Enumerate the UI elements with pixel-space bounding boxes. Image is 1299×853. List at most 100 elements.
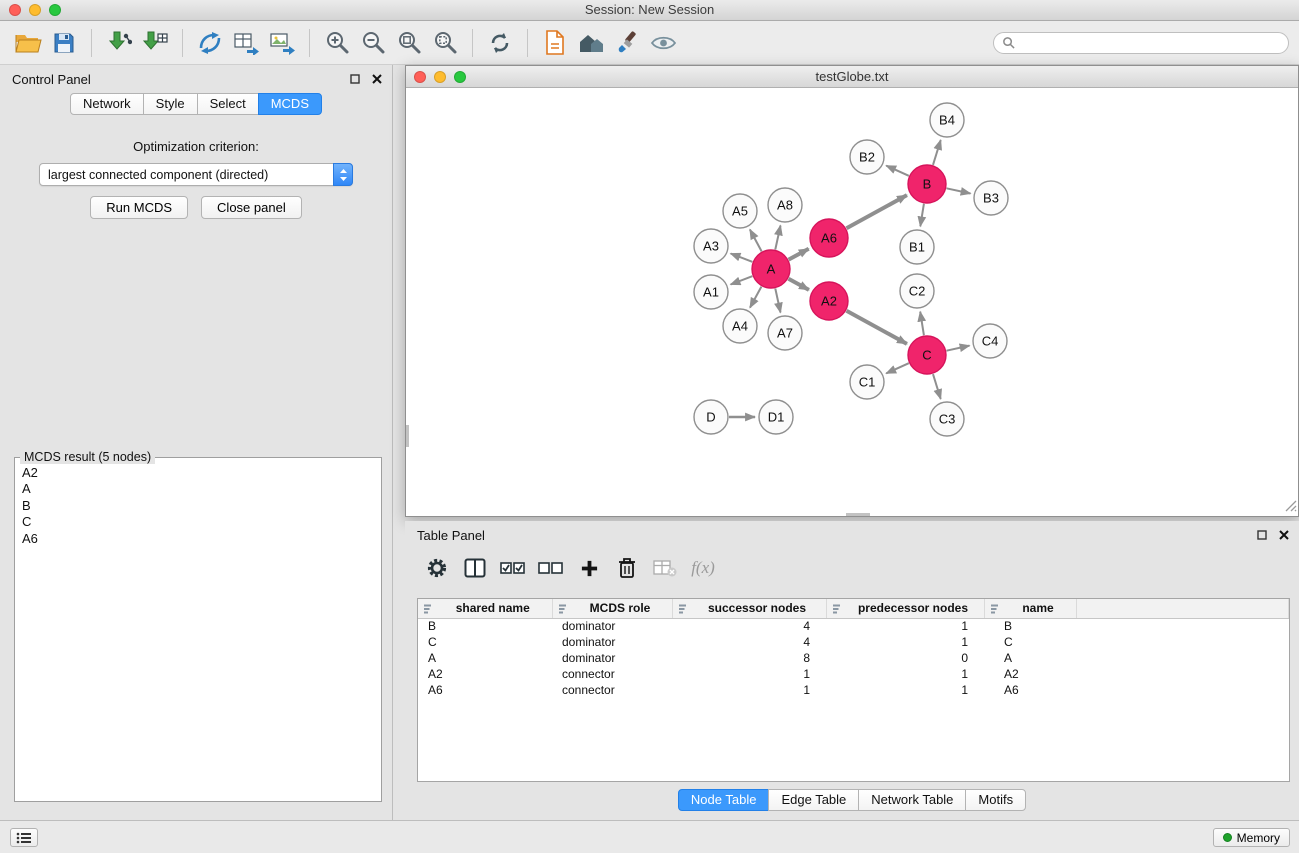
graph-node-B1[interactable]: B1 <box>900 230 934 264</box>
tab-network-table[interactable]: Network Table <box>858 789 966 811</box>
table-cell[interactable]: A <box>984 650 1076 666</box>
delete-table-button[interactable] <box>650 553 680 583</box>
graph-edge-A-A2[interactable] <box>789 279 809 290</box>
save-session-button[interactable] <box>46 25 82 61</box>
mcds-result-item[interactable]: A2 <box>17 465 379 481</box>
graph-node-C3[interactable]: C3 <box>930 402 964 436</box>
unselect-all-columns-button[interactable] <box>536 553 566 583</box>
column-header-predecessor-nodes[interactable]: predecessor nodes <box>826 599 984 618</box>
table-cell[interactable]: dominator <box>552 618 672 634</box>
graph-node-B4[interactable]: B4 <box>930 103 964 137</box>
table-cell[interactable]: 1 <box>826 618 984 634</box>
close-panel-icon[interactable] <box>372 74 382 84</box>
graph-node-A7[interactable]: A7 <box>768 316 802 350</box>
mcds-result-list[interactable]: A2ABCA6 <box>17 465 379 799</box>
graph-edge-A-A1[interactable] <box>731 276 753 284</box>
tab-node-table[interactable]: Node Table <box>678 789 770 811</box>
table-cell[interactable]: connector <box>552 666 672 682</box>
table-cell[interactable]: A2 <box>418 666 552 682</box>
graph-node-B3[interactable]: B3 <box>974 181 1008 215</box>
style-button[interactable] <box>609 25 645 61</box>
run-mcds-button[interactable]: Run MCDS <box>90 196 188 219</box>
table-cell[interactable]: A <box>418 650 552 666</box>
table-cell[interactable]: B <box>418 618 552 634</box>
optimization-criterion-select[interactable]: largest connected component (directed) <box>39 163 353 186</box>
zoom-fit-button[interactable] <box>391 25 427 61</box>
home-button[interactable] <box>573 25 609 61</box>
zoom-in-button[interactable] <box>319 25 355 61</box>
import-network-button[interactable] <box>101 25 137 61</box>
table-cell[interactable]: A6 <box>984 682 1076 698</box>
graph-edge-A-A6[interactable] <box>789 249 809 260</box>
graph-node-A6[interactable]: A6 <box>810 219 848 257</box>
table-cell[interactable]: 1 <box>672 682 826 698</box>
function-builder-button[interactable]: f(x) <box>688 553 718 583</box>
zoom-selected-button[interactable] <box>427 25 463 61</box>
graph-node-A4[interactable]: A4 <box>723 309 757 343</box>
table-cell[interactable]: A6 <box>418 682 552 698</box>
show-details-button[interactable] <box>645 25 681 61</box>
tab-network[interactable]: Network <box>70 93 144 115</box>
table-settings-button[interactable] <box>422 553 452 583</box>
horizontal-scrollbar-thumb[interactable] <box>846 513 870 516</box>
memory-button[interactable]: Memory <box>1213 828 1290 847</box>
graph-edge-B-B4[interactable] <box>933 140 941 165</box>
graph-edge-A2-C[interactable] <box>847 311 907 344</box>
table-cell[interactable]: 4 <box>672 618 826 634</box>
create-column-button[interactable] <box>574 553 604 583</box>
import-table-button[interactable] <box>137 25 173 61</box>
float-panel-icon[interactable] <box>350 74 360 84</box>
apply-layout-button[interactable] <box>482 25 518 61</box>
mcds-result-item[interactable]: A6 <box>17 531 379 547</box>
table-row[interactable]: A6connector11A6 <box>418 682 1289 698</box>
graph-node-C1[interactable]: C1 <box>850 365 884 399</box>
graph-node-D1[interactable]: D1 <box>759 400 793 434</box>
network-zoom-button[interactable] <box>454 71 466 83</box>
graph-edge-B-B3[interactable] <box>947 188 971 193</box>
tab-mcds[interactable]: MCDS <box>258 93 322 115</box>
table-cell[interactable]: connector <box>552 682 672 698</box>
graph-node-A8[interactable]: A8 <box>768 188 802 222</box>
network-canvas[interactable]: AA1A2A3A4A5A6A7A8BB1B2B3B4CC1C2C3C4DD1 <box>406 88 1298 516</box>
tab-motifs[interactable]: Motifs <box>965 789 1026 811</box>
network-graph[interactable]: AA1A2A3A4A5A6A7A8BB1B2B3B4CC1C2C3C4DD1 <box>406 88 1298 516</box>
export-network-button[interactable] <box>192 25 228 61</box>
export-image-button[interactable] <box>264 25 300 61</box>
graph-edge-A-A8[interactable] <box>775 226 780 250</box>
titlebar[interactable]: Session: New Session <box>0 0 1299 21</box>
search-input[interactable] <box>1020 36 1280 50</box>
column-header-shared-name[interactable]: shared name <box>418 599 552 618</box>
table-cell[interactable]: 4 <box>672 634 826 650</box>
export-table-button[interactable] <box>228 25 264 61</box>
graph-edge-A-A4[interactable] <box>750 287 761 308</box>
graph-node-A5[interactable]: A5 <box>723 194 757 228</box>
table-cell[interactable]: A2 <box>984 666 1076 682</box>
table-cell[interactable]: 1 <box>826 682 984 698</box>
table-cell[interactable]: 1 <box>826 666 984 682</box>
graph-edge-C-C3[interactable] <box>933 374 941 399</box>
graph-node-B[interactable]: B <box>908 165 946 203</box>
close-panel-button[interactable]: Close panel <box>201 196 302 219</box>
new-document-button[interactable] <box>537 25 573 61</box>
mcds-result-item[interactable]: C <box>17 514 379 530</box>
close-window-button[interactable] <box>9 4 21 16</box>
table-cell[interactable]: 0 <box>826 650 984 666</box>
task-history-button[interactable] <box>10 828 38 847</box>
zoom-out-button[interactable] <box>355 25 391 61</box>
zoom-window-button[interactable] <box>49 4 61 16</box>
graph-node-A1[interactable]: A1 <box>694 275 728 309</box>
close-panel-icon[interactable] <box>1279 530 1289 540</box>
column-header-name[interactable]: name <box>984 599 1076 618</box>
table-row[interactable]: A2connector11A2 <box>418 666 1289 682</box>
table-cell[interactable]: C <box>418 634 552 650</box>
graph-node-A2[interactable]: A2 <box>810 282 848 320</box>
table-cell[interactable]: C <box>984 634 1076 650</box>
graph-node-B2[interactable]: B2 <box>850 140 884 174</box>
select-all-columns-button[interactable] <box>498 553 528 583</box>
column-header-successor-nodes[interactable]: successor nodes <box>672 599 826 618</box>
graph-node-D[interactable]: D <box>694 400 728 434</box>
graph-node-A[interactable]: A <box>752 250 790 288</box>
tab-select[interactable]: Select <box>197 93 259 115</box>
graph-edge-A-A5[interactable] <box>750 230 762 252</box>
float-panel-icon[interactable] <box>1257 530 1267 540</box>
